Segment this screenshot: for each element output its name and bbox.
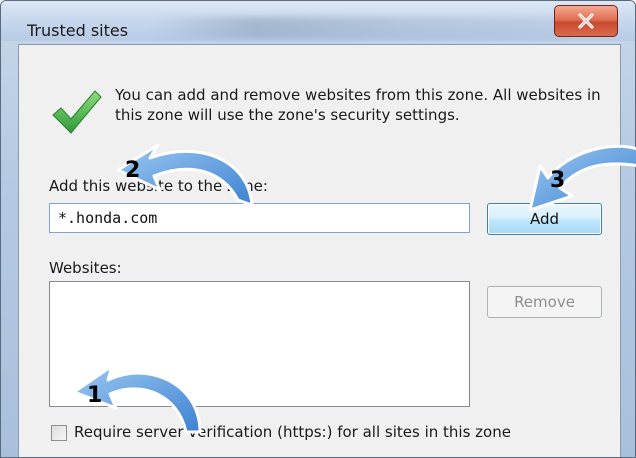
- websites-listbox[interactable]: [49, 281, 470, 407]
- step-2-label: 2: [125, 158, 141, 183]
- step-3-label: 3: [550, 168, 566, 193]
- remove-button[interactable]: Remove: [487, 286, 602, 318]
- websites-label: Websites:: [49, 259, 122, 277]
- close-icon: [578, 13, 594, 29]
- window-title: Trusted sites: [27, 21, 129, 40]
- green-checkmark-icon: [52, 90, 102, 134]
- website-url-input[interactable]: *.honda.com: [49, 203, 470, 233]
- zone-info-text: You can add and remove websites from thi…: [115, 86, 601, 124]
- close-button[interactable]: [554, 5, 618, 37]
- blurred-background-tabs: [151, 17, 571, 39]
- https-verification-checkbox[interactable]: [51, 425, 67, 441]
- add-site-label: Add this website to the zone:: [49, 177, 268, 195]
- step-1-label: 1: [87, 383, 103, 408]
- title-bar[interactable]: Trusted sites: [1, 1, 635, 41]
- add-button[interactable]: Add: [487, 203, 602, 235]
- dialog-content: You can add and remove websites from thi…: [18, 44, 621, 457]
- https-verification-label[interactable]: Require server verification (https:) for…: [74, 423, 511, 441]
